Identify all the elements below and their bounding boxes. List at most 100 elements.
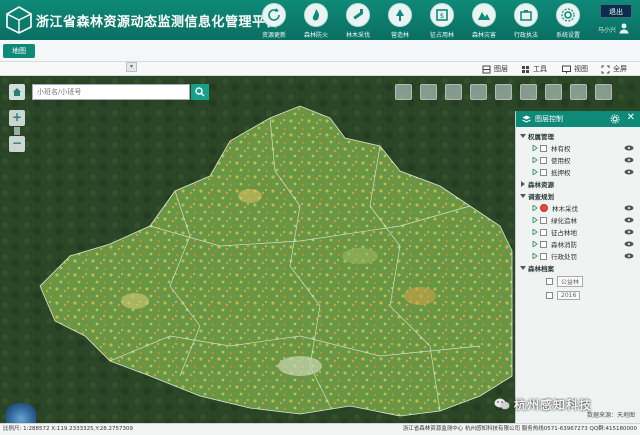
map-tool-5[interactable] [495,84,512,100]
map-tool-4[interactable] [470,84,487,100]
layer-checkbox[interactable] [540,228,547,236]
layer-item[interactable]: 公益林 [520,274,636,288]
chevron-right-icon [532,157,538,163]
layer-group-forest-archive[interactable]: 森林档案 [520,262,636,274]
app-header: 浙江省森林资源动态监测信息化管理平台 资源更新 森林防火 林木采伐 营造林 $ … [0,0,640,40]
map-tool-6[interactable] [520,84,537,100]
fullscreen-tool[interactable]: 全屏 [601,63,627,75]
eye-icon[interactable] [624,241,634,247]
close-icon[interactable]: ✕ [627,112,635,123]
main-nav: 资源更新 森林防火 林木采伐 营造林 $ 征占用林 森林灾害 行政执法 系统设置 [253,1,589,39]
chevron-down-icon [520,134,526,138]
chevron-right-icon [532,145,538,151]
eye-icon[interactable] [624,205,634,211]
search-input[interactable] [32,84,190,100]
zoom-out-button[interactable]: − [9,136,25,152]
panel-header: 图层控制 ✕ [516,111,640,127]
layer-checkbox[interactable] [546,291,553,299]
layer-item[interactable]: 行政处罚 [520,250,636,262]
chevron-right-icon [532,241,538,247]
layer-group-ownership[interactable]: 权属管理 [520,130,636,142]
svg-text:$: $ [440,12,444,20]
nav-resource-update[interactable]: 资源更新 [253,1,295,39]
nav-forest-disaster[interactable]: 森林灾害 [463,1,505,39]
scale-readout: 比例尺: 1:288572 [3,426,50,432]
layer-control-panel: 图层控制 ✕ 权属管理 林有权 使用权 抵押权 森林资源 调查规划 林木采伐 绿… [515,111,640,423]
grid-icon [522,65,529,73]
layer-checkbox[interactable] [540,168,547,176]
eye-icon[interactable] [624,217,634,223]
chevron-right-icon [521,181,525,187]
nav-enforcement[interactable]: 行政执法 [505,1,547,39]
collapse-handle[interactable]: ▾ [126,62,137,72]
layer-item-selected[interactable]: 林木采伐 [520,202,636,214]
eye-icon[interactable] [624,169,634,175]
layers-tool[interactable]: 图层 [482,63,508,75]
nav-land-use[interactable]: $ 征占用林 [421,1,463,39]
app-title: 浙江省森林资源动态监测信息化管理平台 [36,15,280,30]
search-button[interactable] [191,84,209,100]
nav-afforestation[interactable]: 营造林 [379,1,421,39]
layer-radio-selected[interactable] [540,204,548,212]
eye-icon[interactable] [624,229,634,235]
logging-icon [346,3,370,27]
home-icon [13,88,21,96]
home-button[interactable] [9,84,25,100]
nav-forest-fire[interactable]: 森林防火 [295,1,337,39]
chevron-right-icon [532,169,538,175]
fullscreen-icon [601,65,610,73]
logout-button[interactable]: 退出 [600,4,632,18]
layer-item[interactable]: 林有权 [520,142,636,154]
layer-item[interactable]: 抵押权 [520,166,636,178]
refresh-icon [262,3,286,27]
land-use-icon: $ [430,3,454,27]
map-tool-2[interactable] [420,84,437,100]
layer-group-forest-resources[interactable]: 森林资源 [520,178,636,190]
layer-group-survey-planning[interactable]: 调查规划 [520,190,636,202]
tools-tool[interactable]: 工具 [521,63,547,75]
chevron-down-icon [520,266,526,270]
layer-item[interactable]: 森林消防 [520,238,636,250]
map-tool-7[interactable] [545,84,562,100]
zoom-slider[interactable] [14,127,20,135]
compass-icon[interactable] [6,403,36,423]
zoom-in-button[interactable]: + [9,110,25,126]
tab-map[interactable]: 地图 [3,44,35,58]
layer-checkbox[interactable] [540,240,547,248]
map-tool-1[interactable] [395,84,412,100]
layer-item[interactable]: 绿化造林 [520,214,636,226]
org-label: 浙江省森林资源监测中心 [402,426,464,432]
company-label: 杭州感知科技有限公司 [464,426,520,432]
chevron-right-icon [532,229,538,235]
layer-checkbox[interactable] [540,252,547,260]
chevron-down-icon [520,194,526,198]
status-bar: 比例尺: 1:288572 X:119.2333325,Y:28.2757309… [0,423,640,435]
map-toolbar: 图层 工具 视图 全屏 [0,62,640,76]
qq-label: QQ群:415180000 [589,426,637,432]
watermark: 杭州感知科技 [494,394,592,414]
eye-icon[interactable] [624,253,634,259]
forest-fire-icon [304,3,328,27]
map-tool-8[interactable] [570,84,587,100]
layer-checkbox[interactable] [540,216,547,224]
layer-item[interactable]: 使用权 [520,154,636,166]
eye-icon[interactable] [624,157,634,163]
nav-logging[interactable]: 林木采伐 [337,1,379,39]
layer-item[interactable]: 2016 [520,288,636,302]
gear-icon[interactable] [610,114,620,124]
eye-icon[interactable] [624,145,634,151]
coordinate-readout: X:119.2333325,Y:28.2757309 [51,426,134,432]
user-name: 马小兴 [597,27,616,34]
layer-checkbox[interactable] [540,156,547,164]
user-icon[interactable] [618,22,630,34]
map-tool-3[interactable] [445,84,462,100]
afforestation-icon [388,3,412,27]
layer-checkbox[interactable] [546,277,553,285]
layer-item[interactable]: 征占林地 [520,226,636,238]
chevron-right-icon [532,253,538,259]
enforcement-icon [514,3,538,27]
map-tool-9[interactable] [595,84,612,100]
view-tool[interactable]: 视图 [562,63,588,75]
chevron-right-icon [532,217,538,223]
layer-checkbox[interactable] [540,144,547,152]
